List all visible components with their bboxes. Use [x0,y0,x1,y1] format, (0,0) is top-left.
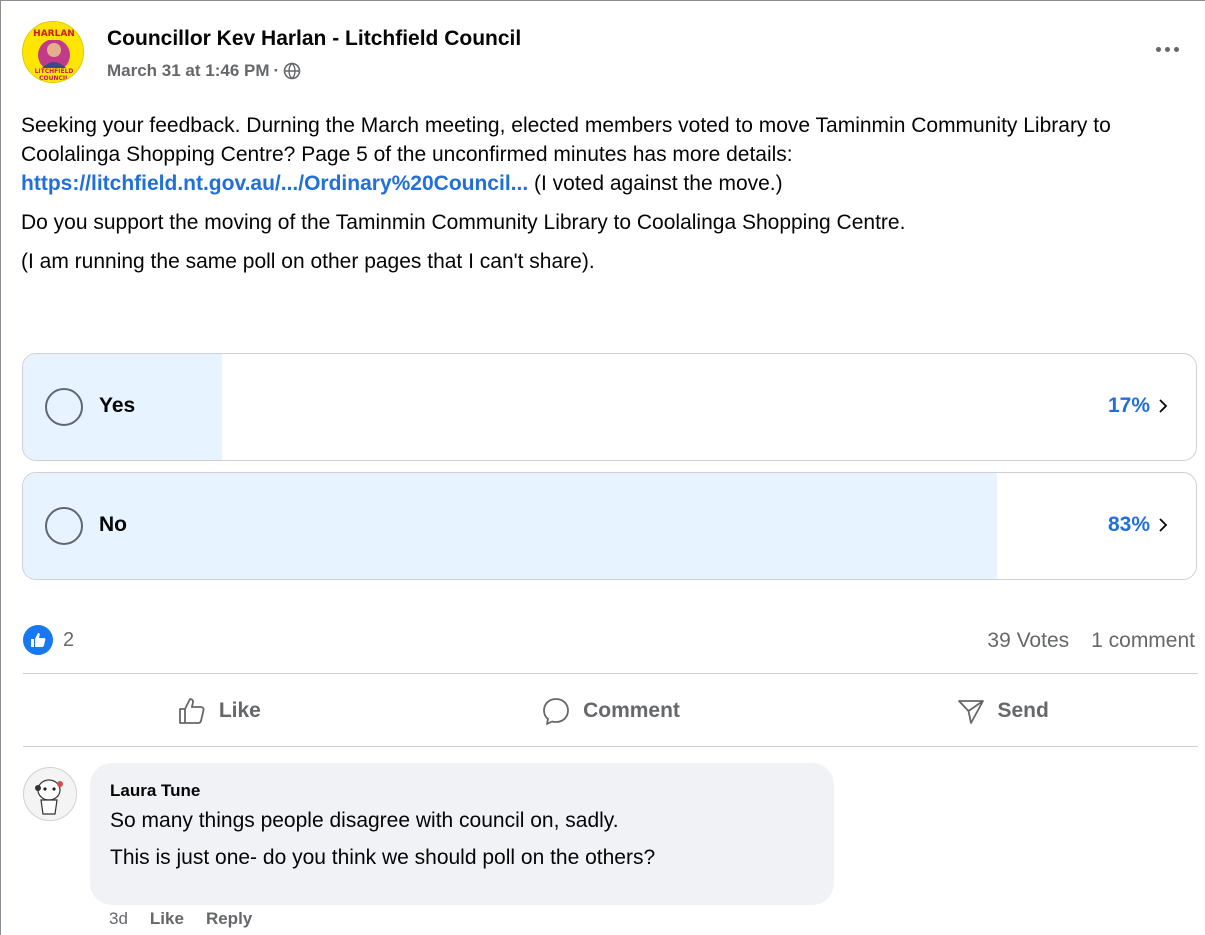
comment-actions: 3d Like Reply [109,909,252,929]
divider [23,673,1198,674]
more-options-icon[interactable] [1147,37,1187,61]
avatar-text-top: HARLAN [33,29,75,39]
comment-label: Comment [583,699,680,722]
poll-option-label: Yes [99,394,136,417]
post-paragraph-2: Do you support the moving of the Taminmi… [21,211,906,234]
post-body: Seeking your feedback. Durning the March… [21,111,1191,286]
dot [1164,46,1170,52]
poll-percent-text: 83% [1107,513,1150,536]
comments-count[interactable]: 1 comment [1091,629,1195,653]
post-paragraph-1: Seeking your feedback. Durning the March… [21,111,1191,198]
author-avatar[interactable]: HARLAN LITCHFIELD COUNCIL [22,21,84,83]
like-label: Like [218,699,261,722]
post-card: HARLAN LITCHFIELD COUNCIL Councillor Kev… [0,0,1205,935]
comment-age[interactable]: 3d [109,909,128,929]
dot [1155,46,1161,52]
meta-separator: · [273,61,280,80]
dot [1173,46,1179,52]
paragraph-1-text: Seeking your feedback. Durning the March… [21,114,1111,166]
comment-line-2: This is just one- do you think we should… [110,846,656,869]
post-stats: 39 Votes 1 comment [987,629,1195,653]
avatar-text-bottom: LITCHFIELD COUNCIL [34,68,74,82]
comment-button[interactable]: Comment [415,677,807,745]
comment-bubble-icon [543,698,569,725]
poll-option-label: No [99,513,127,536]
like-button[interactable]: Like [23,677,415,745]
poll-fill-bar [23,473,997,579]
poll-percent[interactable]: 83% [1108,513,1170,537]
send-button[interactable]: Send [806,677,1198,745]
comment-bubble: Laura Tune So many things people disagre… [90,763,834,905]
post-author-name[interactable]: Councillor Kev Harlan - Litchfield Counc… [107,27,521,51]
commenter-avatar[interactable] [23,767,77,821]
divider [23,746,1198,747]
poll-option-no[interactable]: No 83% [22,472,1197,580]
poll-option-yes[interactable]: Yes 17% [22,353,1197,461]
send-label: Send [997,699,1049,722]
thumbs-up-icon [23,625,53,655]
chevron-right-icon [1159,518,1168,532]
paragraph-1-after: (I voted against the move.) [528,172,783,195]
post-meta: March 31 at 1:46 PM · [107,61,301,81]
post-paragraph-3: (I am running the same poll on other pag… [21,250,595,273]
poll-percent[interactable]: 17% [1108,394,1170,418]
commenter-name[interactable]: Laura Tune [110,781,814,801]
radio-button[interactable] [45,507,83,545]
comment-like-button[interactable]: Like [150,909,184,929]
comment-line-1: So many things people disagree with coun… [110,809,619,832]
post-action-bar: Like Comment Send [23,677,1198,745]
reaction-count: 2 [63,628,75,651]
thumbs-up-outline-icon [178,698,205,724]
radio-button[interactable] [45,388,83,426]
minutes-link[interactable]: https://litchfield.nt.gov.au/.../Ordinar… [21,172,528,195]
post-timestamp[interactable]: March 31 at 1:46 PM [107,61,270,81]
comment-text: So many things people disagree with coun… [110,807,814,871]
send-icon [957,700,984,724]
poll-percent-text: 17% [1107,394,1150,417]
comment-reply-button[interactable]: Reply [206,909,252,929]
reactions-summary[interactable]: 2 [23,625,74,655]
chevron-right-icon [1159,399,1168,413]
votes-count[interactable]: 39 Votes [987,629,1069,653]
globe-icon [283,62,301,80]
